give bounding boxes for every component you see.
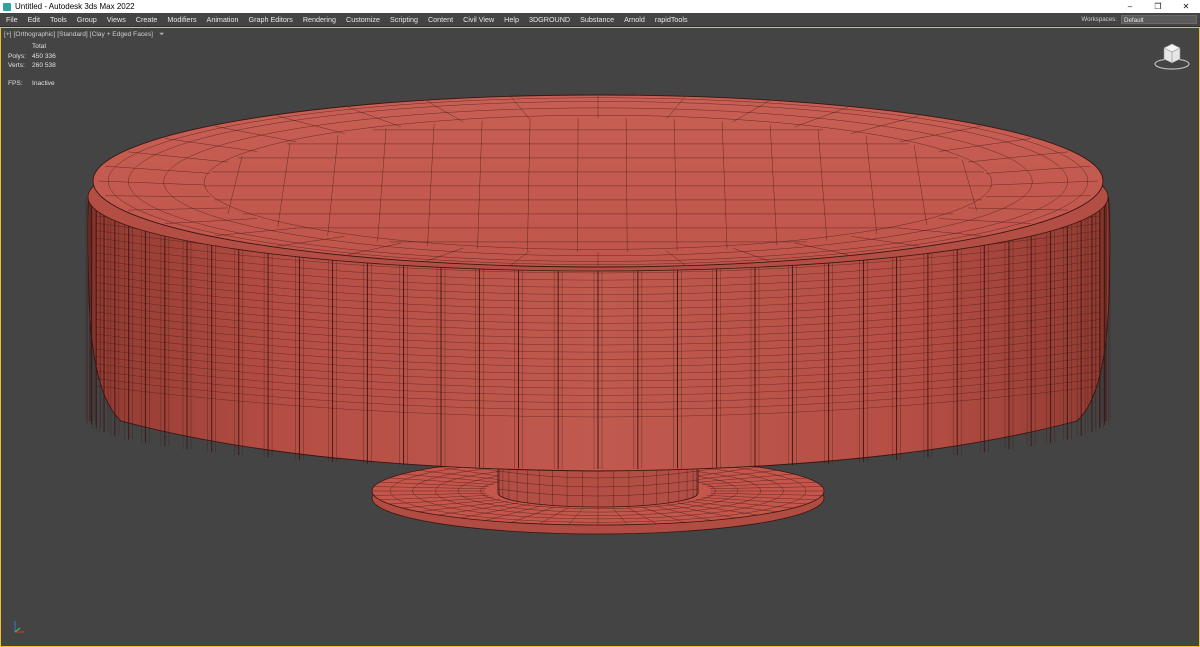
workspace-switcher: Workspaces: Default (1081, 13, 1200, 26)
polys-value: 450 336 (32, 52, 56, 60)
menu-tools[interactable]: Tools (45, 13, 72, 26)
filter-icon[interactable]: ⏷ (159, 31, 165, 39)
menu-content[interactable]: Content (423, 13, 458, 26)
menu-substance[interactable]: Substance (575, 13, 619, 26)
menu-views[interactable]: Views (102, 13, 131, 26)
menu-rapidtools[interactable]: rapidTools (650, 13, 693, 26)
workspaces-dropdown[interactable]: Default (1121, 15, 1197, 24)
menu-customize[interactable]: Customize (341, 13, 385, 26)
viewport-menu-plus[interactable]: [+] (4, 31, 12, 39)
close-button[interactable]: ✕ (1172, 0, 1200, 13)
viewcube-icon[interactable] (1153, 40, 1191, 72)
window-controls: – ❐ ✕ (1116, 0, 1200, 13)
verts-label: Verts: (8, 62, 25, 69)
window-title: Untitled - Autodesk 3ds Max 2022 (15, 2, 135, 11)
menu-group[interactable]: Group (72, 13, 102, 26)
app-icon (3, 2, 11, 11)
title-bar: Untitled - Autodesk 3ds Max 2022 – ❐ ✕ (0, 0, 1200, 14)
menu-edit[interactable]: Edit (23, 13, 45, 26)
menu-bar: File Edit Tools Group Views Create Modif… (0, 13, 1200, 27)
viewport-shading-preset[interactable]: [Standard] (57, 31, 87, 39)
stats-header: Total (32, 43, 46, 50)
ottoman-top[interactable] (87, 94, 1109, 272)
menu-help[interactable]: Help (499, 13, 524, 26)
workspaces-label: Workspaces: (1081, 16, 1117, 23)
viewport-display-mode[interactable]: [Clay + Edged Faces] (90, 31, 153, 39)
viewport-scene[interactable] (1, 28, 1199, 646)
fps-value: Inactive (32, 79, 55, 87)
menu-civil-view[interactable]: Civil View (458, 13, 499, 26)
fps-label: FPS: (8, 79, 23, 87)
verts-value: 260 538 (32, 62, 56, 69)
menu-rendering[interactable]: Rendering (298, 13, 341, 26)
menu-animation[interactable]: Animation (202, 13, 244, 26)
menu-file[interactable]: File (0, 13, 23, 26)
menu-modifiers[interactable]: Modifiers (162, 13, 201, 26)
polys-label: Polys: (8, 52, 26, 60)
viewport-label[interactable]: [+] [Orthographic] [Standard] [Clay + Ed… (4, 31, 165, 39)
menu-3dground[interactable]: 3DGROUND (524, 13, 575, 26)
minimize-button[interactable]: – (1116, 0, 1144, 13)
menu-graph-editors[interactable]: Graph Editors (244, 13, 298, 26)
statistics-overlay: Total Polys: 450 336 Verts: 260 538 FPS: In… (8, 42, 56, 88)
menu-scripting[interactable]: Scripting (385, 13, 423, 26)
viewport-point-of-view[interactable]: [Orthographic] (14, 31, 56, 39)
axis-tripod-icon (14, 621, 24, 633)
menu-arnold[interactable]: Arnold (619, 13, 650, 26)
viewport[interactable]: [+] [Orthographic] [Standard] [Clay + Ed… (0, 27, 1200, 647)
maximize-button[interactable]: ❐ (1144, 0, 1172, 13)
menu-create[interactable]: Create (131, 13, 163, 26)
